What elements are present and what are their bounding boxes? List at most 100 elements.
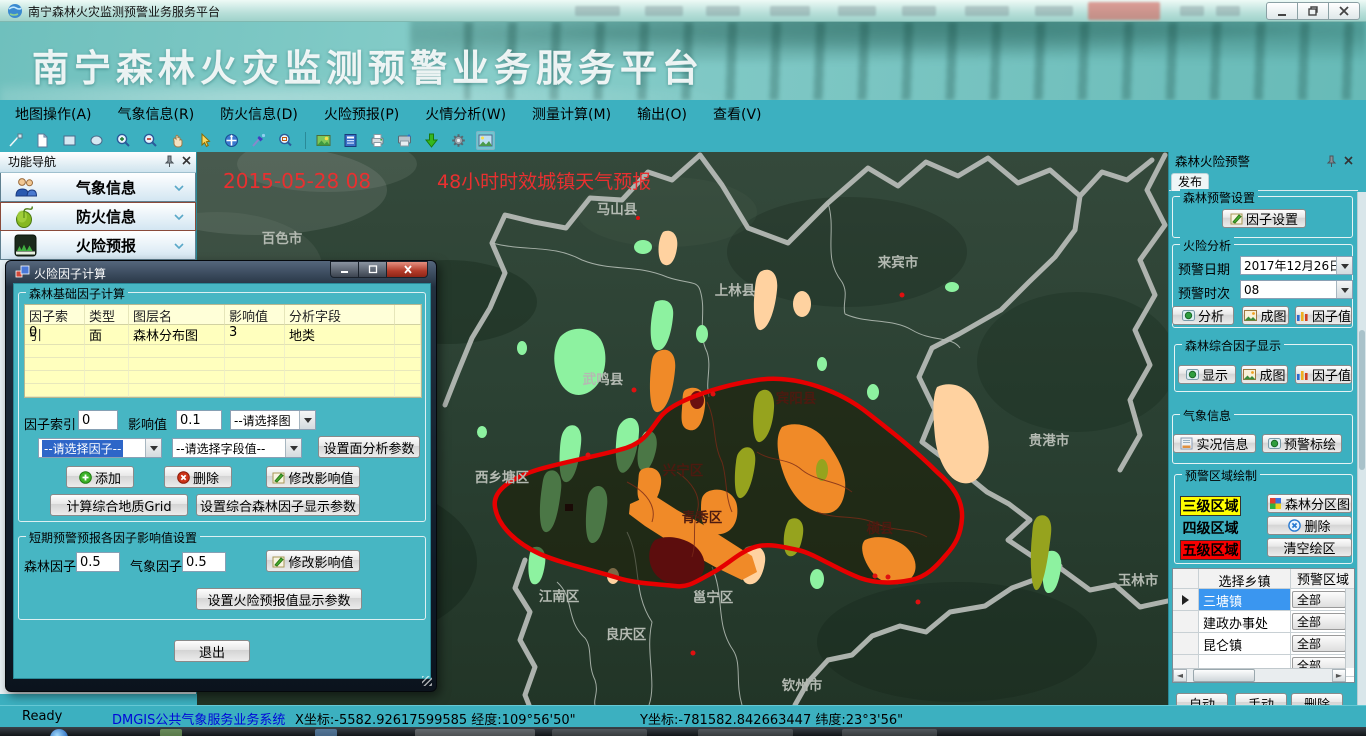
dialog-maximize-button[interactable] (358, 261, 387, 278)
area-select-button[interactable]: 全部 (1292, 613, 1346, 630)
chevron-down-icon[interactable] (173, 236, 185, 255)
plotter-icon[interactable] (395, 131, 414, 150)
live-info-button[interactable]: 实况信息 (1173, 434, 1256, 453)
exit-button[interactable]: 退出 (174, 640, 250, 662)
clear-draw-button[interactable]: 清空绘区 (1267, 538, 1352, 557)
menu-item[interactable]: 防火信息(D) (207, 100, 311, 128)
town-row[interactable]: 建政办事处全部 (1173, 611, 1354, 633)
print-icon[interactable] (368, 131, 387, 150)
forest-zone-map-button[interactable]: 森林分区图 (1267, 494, 1352, 513)
zoom-in-icon[interactable] (114, 131, 133, 150)
close-icon[interactable] (1343, 155, 1354, 166)
delete-area-button[interactable]: 删除 (1267, 516, 1352, 535)
new-page-icon[interactable] (33, 131, 52, 150)
level5-area-button[interactable]: 五级区域 (1180, 540, 1241, 560)
full-extent-icon[interactable] (222, 131, 241, 150)
minimize-button[interactable] (1266, 2, 1298, 20)
add-button[interactable]: 添加 (66, 466, 134, 488)
weather-factor-input[interactable] (182, 552, 226, 572)
warn-time-combo[interactable]: 08 (1240, 280, 1353, 299)
warning-plot-button[interactable]: 预警标绘 (1262, 434, 1342, 453)
menu-item[interactable]: 输出(O) (624, 100, 700, 128)
set-display-params-button[interactable]: 设置综合森林因子显示参数 (196, 494, 360, 516)
select-rect-icon[interactable] (60, 131, 79, 150)
close-icon[interactable] (181, 155, 192, 166)
area-select-button[interactable]: 全部 (1292, 635, 1346, 652)
factor-index-input[interactable] (78, 410, 118, 430)
factor-value-button[interactable]: 因子值 (1295, 365, 1352, 384)
factor-table[interactable]: 因子索引类型图层名影响值分析字段0面森林分布图3地类 (24, 304, 422, 398)
factor-value-button[interactable]: 因子值 (1295, 306, 1352, 325)
sidebar-item-0[interactable]: 气象信息 (0, 173, 196, 202)
impact-input[interactable] (176, 410, 222, 430)
draw-line-icon[interactable] (6, 131, 25, 150)
forest-factor-input[interactable] (76, 552, 120, 572)
select-arrow-icon[interactable] (195, 131, 214, 150)
menu-item[interactable]: 火情分析(W) (412, 100, 519, 128)
sidebar-item-1[interactable]: 防火信息 (0, 202, 196, 231)
taskbar-icon[interactable] (315, 729, 337, 736)
field-combo[interactable]: --请选择字段值-- (172, 438, 302, 458)
show-button[interactable]: 显示 (1178, 365, 1236, 384)
taskbar-icon[interactable] (160, 729, 182, 736)
layer-combo[interactable]: --请选择图 (230, 410, 316, 430)
menu-item[interactable]: 气象信息(R) (105, 100, 208, 128)
download-arrow-icon[interactable] (422, 131, 441, 150)
table-hscrollbar[interactable]: ◄ ► (1173, 668, 1346, 682)
pin-icon[interactable] (1326, 155, 1337, 168)
town-row[interactable]: 三塘镇全部 (1173, 589, 1354, 611)
set-area-params-button[interactable]: 设置面分析参数 (318, 436, 420, 458)
town-name-cell[interactable]: 建政办事处 (1199, 611, 1291, 632)
zoom-select-icon[interactable] (276, 131, 295, 150)
modify-impact-button[interactable]: 修改影响值 (266, 550, 360, 572)
taskbar-app-button[interactable] (552, 729, 647, 736)
start-orb[interactable] (50, 729, 68, 736)
panel-scrollbar[interactable] (1357, 192, 1366, 705)
chevron-down-icon[interactable] (173, 178, 185, 197)
taskbar-app-button[interactable] (415, 729, 535, 736)
chevron-down-icon[interactable] (173, 207, 185, 226)
level3-area-button[interactable]: 三级区域 (1180, 496, 1241, 516)
identify-brush-icon[interactable] (249, 131, 268, 150)
area-select-button[interactable]: 全部 (1292, 591, 1346, 608)
factor-settings-button[interactable]: 因子设置 (1222, 209, 1306, 228)
legend-book-icon[interactable] (341, 131, 360, 150)
level4-area-button[interactable]: 四级区域 (1180, 518, 1241, 538)
zoom-out-icon[interactable] (141, 131, 160, 150)
pan-hand-icon[interactable] (168, 131, 187, 150)
town-name-cell[interactable]: 三塘镇 (1199, 589, 1291, 610)
close-button[interactable] (1328, 2, 1360, 20)
windows-taskbar[interactable] (0, 727, 1366, 736)
town-name-cell[interactable]: 昆仑镇 (1199, 633, 1291, 654)
menu-item[interactable]: 测量计算(M) (519, 100, 624, 128)
sidebar-item-2[interactable]: 火险预报 (0, 231, 196, 260)
town-row[interactable]: 昆仑镇全部 (1173, 633, 1354, 655)
pin-icon[interactable] (164, 155, 175, 168)
modify-impact-button[interactable]: 修改影响值 (266, 466, 360, 488)
taskbar-app-button[interactable] (698, 729, 793, 736)
settings-gear-icon[interactable] (449, 131, 468, 150)
dialog-close-button[interactable] (386, 261, 428, 278)
compose-map-button[interactable]: 成图 (1241, 365, 1288, 384)
menu-item[interactable]: 火险预报(P) (311, 100, 412, 128)
warn-date-combo[interactable]: 2017年12月26日 (1240, 256, 1353, 275)
image-viewer-icon[interactable] (476, 131, 495, 150)
scroll-thumb[interactable] (1193, 669, 1255, 682)
calc-grid-button[interactable]: 计算综合地质Grid (50, 494, 188, 516)
select-ellipse-icon[interactable] (87, 131, 106, 150)
menu-item[interactable]: 查看(V) (700, 100, 775, 128)
menu-item[interactable]: 地图操作(A) (2, 100, 105, 128)
scroll-left-arrow[interactable]: ◄ (1173, 669, 1187, 682)
set-fire-display-button[interactable]: 设置火险预报值显示参数 (196, 588, 362, 610)
table-vscrollbar[interactable] (1345, 589, 1354, 668)
restore-button[interactable] (1297, 2, 1329, 20)
remove-button[interactable]: 删除 (164, 466, 232, 488)
compose-map-button[interactable]: 成图 (1242, 306, 1289, 325)
dialog-minimize-button[interactable] (330, 261, 359, 278)
scroll-right-arrow[interactable]: ► (1332, 669, 1346, 682)
resize-grip[interactable] (422, 676, 432, 686)
taskbar-app-button[interactable] (842, 729, 937, 736)
export-image-icon[interactable] (314, 131, 333, 150)
analyze-button[interactable]: 分析 (1172, 306, 1234, 325)
factor-combo[interactable]: --请选择因子-- (38, 438, 162, 458)
